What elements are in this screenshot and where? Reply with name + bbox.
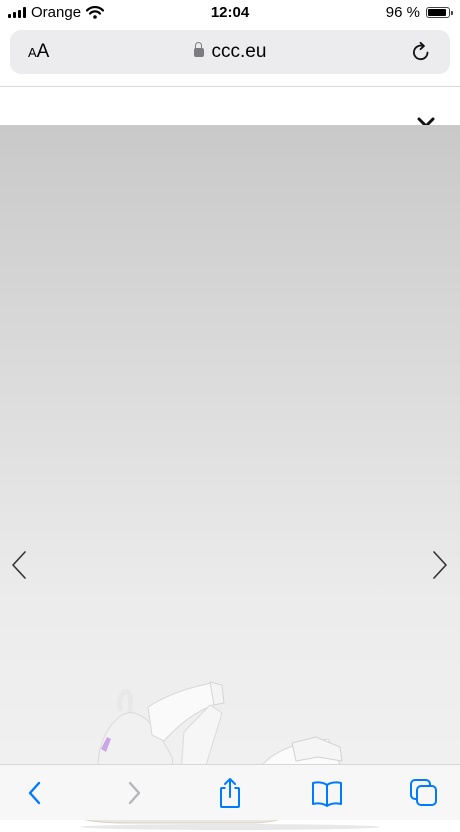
lock-icon bbox=[193, 42, 204, 57]
share-icon bbox=[220, 778, 240, 808]
browser-toolbar bbox=[0, 764, 460, 820]
back-button[interactable] bbox=[19, 777, 51, 809]
chevron-left-icon[interactable] bbox=[9, 549, 29, 581]
battery-icon bbox=[426, 7, 453, 18]
url-field[interactable]: ccc.eu bbox=[10, 41, 450, 63]
status-right: 96 % bbox=[385, 4, 453, 21]
bookmarks-icon bbox=[312, 781, 342, 807]
bookmarks-button[interactable] bbox=[311, 777, 343, 809]
status-bar: Orange 12:04 96 % bbox=[0, 0, 460, 26]
tabs-button[interactable] bbox=[408, 777, 440, 809]
url-text: ccc.eu bbox=[211, 41, 267, 62]
header-divider bbox=[0, 86, 460, 87]
address-bar[interactable]: AA ccc.eu bbox=[10, 30, 450, 74]
tabs-icon bbox=[410, 779, 437, 806]
share-button[interactable] bbox=[214, 777, 246, 809]
product-image-gallery[interactable] bbox=[0, 125, 460, 830]
chevron-right-icon[interactable] bbox=[430, 549, 450, 581]
battery-fill bbox=[428, 9, 447, 16]
back-icon bbox=[28, 781, 41, 805]
battery-percent: 96 % bbox=[385, 4, 420, 21]
forward-icon bbox=[128, 781, 141, 805]
reload-icon[interactable] bbox=[410, 41, 432, 63]
forward-button[interactable] bbox=[118, 777, 150, 809]
